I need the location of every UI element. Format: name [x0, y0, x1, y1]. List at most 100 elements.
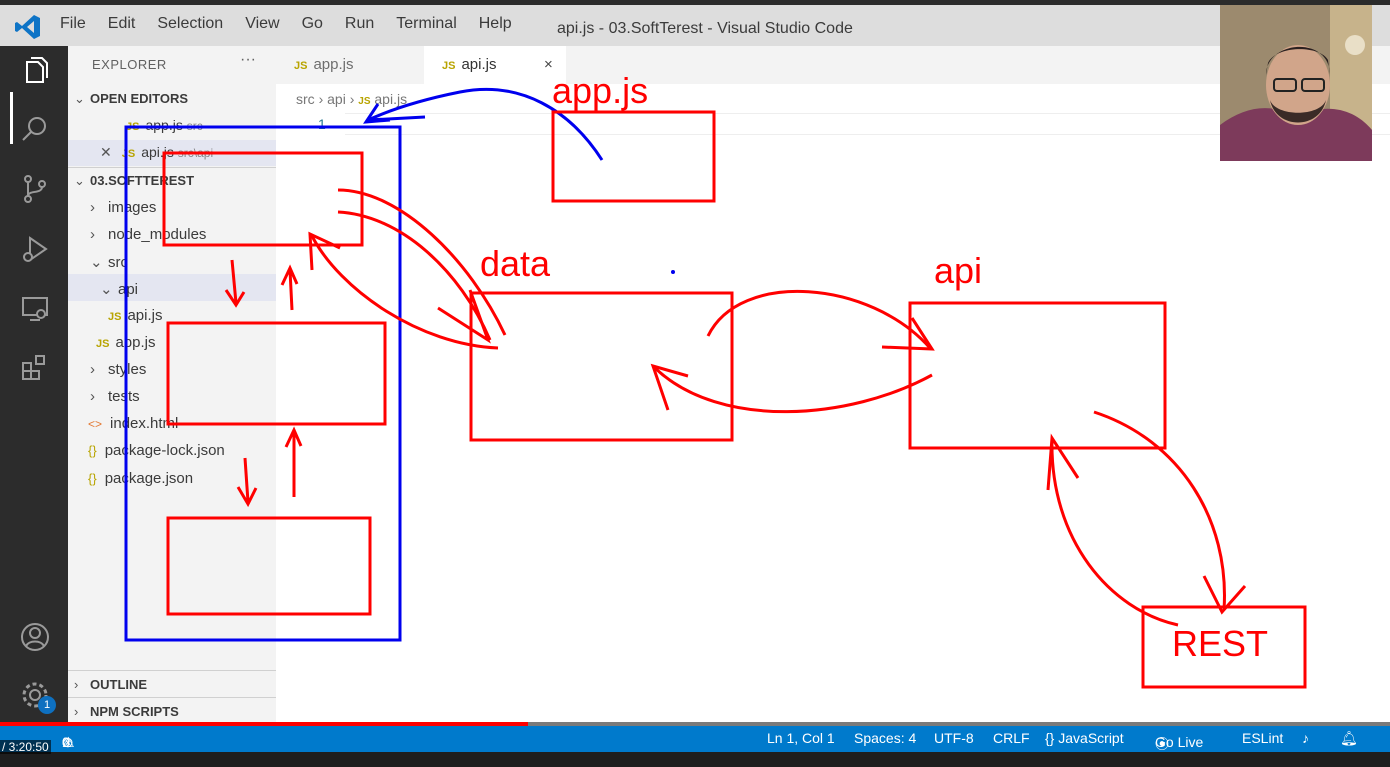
- npm-scripts-section[interactable]: › NPM SCRIPTS: [74, 704, 179, 719]
- tree-item-label: api: [118, 281, 139, 298]
- settings-update-badge: 1: [38, 696, 56, 714]
- menu-go[interactable]: Go: [302, 15, 323, 33]
- html-file-icon: <>: [88, 417, 103, 431]
- api-box: [908, 301, 1167, 450]
- open-editor-path: src\api: [177, 146, 214, 160]
- js-file-icon: JS: [442, 60, 456, 72]
- run-debug-icon[interactable]: [18, 232, 52, 266]
- tree-item-label: node_modules: [108, 226, 207, 243]
- curve-data-to-left: [310, 235, 499, 350]
- curve-left-to-data-1: [337, 188, 507, 336]
- tab-label: api.js: [461, 56, 497, 73]
- label-data: data: [480, 243, 551, 284]
- tree-item-tests[interactable]: › tests: [90, 388, 140, 405]
- tree-item-images[interactable]: › images: [90, 199, 156, 216]
- cursor-position[interactable]: Ln 1, Col 1: [767, 730, 835, 746]
- arrowhead-into-data: [437, 289, 491, 344]
- menu-terminal[interactable]: Terminal: [396, 15, 456, 33]
- open-editor-app-js[interactable]: JS app.js src: [126, 117, 203, 133]
- menu-run[interactable]: Run: [345, 15, 374, 33]
- menu-bar: File Edit Selection View Go Run Terminal…: [60, 15, 534, 33]
- section-divider: [68, 697, 276, 698]
- arrow-up-1: [280, 264, 299, 311]
- menu-edit[interactable]: Edit: [108, 15, 136, 33]
- arrowhead-into-api-2: [1046, 433, 1080, 491]
- chevron-right-icon: ›: [74, 704, 79, 719]
- tree-item-label: package-lock.json: [104, 442, 225, 459]
- tree-item-src[interactable]: ⌄ src: [90, 253, 128, 271]
- menu-selection[interactable]: Selection: [157, 15, 223, 33]
- notifications-bell-icon[interactable]: 🔔︎: [1340, 730, 1358, 747]
- status-bar: ⊗ 0 ⚠ 0 Ln 1, Col 1 Spaces: 4 UTF-8 CRLF…: [0, 726, 1390, 752]
- line-number: 1: [318, 116, 326, 132]
- explorer-icon[interactable]: [18, 54, 52, 88]
- chevron-right-icon: ›: [90, 388, 95, 405]
- tree-item-node-modules[interactable]: › node_modules: [90, 226, 206, 243]
- search-icon[interactable]: [18, 112, 52, 146]
- webcam-person-image: [1220, 5, 1372, 161]
- tree-item-styles[interactable]: › styles: [90, 361, 146, 378]
- activity-bar: [0, 46, 68, 722]
- tree-item-label: tests: [108, 388, 140, 405]
- eslint-status[interactable]: ESLint: [1242, 730, 1283, 746]
- tree-item-label: styles: [108, 361, 147, 378]
- open-editor-api-js[interactable]: ✕ JS api.js src\api: [100, 144, 213, 161]
- tree-item-label: images: [108, 199, 157, 216]
- label-api: api: [934, 250, 982, 291]
- close-icon[interactable]: ✕: [100, 144, 112, 160]
- tree-item-label: package.json: [104, 470, 194, 487]
- curve-rest-to-api: [1050, 439, 1179, 627]
- line-endings[interactable]: CRLF: [993, 730, 1030, 746]
- arrowhead-into-left: [308, 231, 341, 271]
- outline-section[interactable]: › OUTLINE: [74, 677, 147, 692]
- tree-item-api-js[interactable]: JS api.js: [108, 307, 163, 324]
- video-controls-strip: [0, 752, 1390, 767]
- go-live-label: Go Live: [1155, 734, 1204, 750]
- indentation[interactable]: Spaces: 4: [854, 730, 916, 746]
- curve-api-to-rest: [1093, 410, 1226, 611]
- breadcrumb-api[interactable]: api: [327, 91, 346, 107]
- title-bar: File Edit Selection View Go Run Terminal…: [0, 0, 1390, 46]
- rest-box: [1141, 605, 1307, 689]
- tab-close-icon[interactable]: ×: [544, 46, 553, 84]
- curve-api-to-data: [653, 366, 933, 414]
- menu-view[interactable]: View: [245, 15, 279, 33]
- tree-item-label: api.js: [127, 307, 163, 324]
- tree-item-label: src: [108, 254, 128, 271]
- breadcrumb-src[interactable]: src: [296, 91, 315, 107]
- feedback-icon[interactable]: ♪: [1302, 730, 1309, 746]
- js-file-icon: JS: [108, 311, 122, 323]
- encoding[interactable]: UTF-8: [934, 730, 974, 746]
- tree-item-app-js[interactable]: JS app.js: [96, 334, 156, 351]
- js-file-icon: JS: [358, 96, 371, 107]
- curve-left-to-data-2: [337, 210, 492, 341]
- window-title: api.js - 03.SoftTerest - Visual Studio C…: [557, 20, 853, 37]
- menu-file[interactable]: File: [60, 15, 86, 33]
- chevron-right-icon: ›: [74, 677, 79, 692]
- remote-explorer-icon[interactable]: [18, 292, 52, 326]
- open-editors-label: OPEN EDITORS: [90, 91, 189, 106]
- tree-item-package-lock[interactable]: {} package-lock.json: [88, 442, 225, 459]
- tree-item-api-folder[interactable]: ⌄ api: [100, 280, 138, 298]
- more-actions-icon[interactable]: ···: [240, 51, 256, 69]
- language-mode[interactable]: {} JavaScript: [1045, 730, 1124, 746]
- arrowhead-into-rest: [1202, 575, 1247, 615]
- tree-item-package-json[interactable]: {} package.json: [88, 470, 193, 487]
- chevron-down-icon: ⌄: [74, 91, 85, 106]
- open-editors-section[interactable]: ⌄ OPEN EDITORS: [74, 91, 188, 107]
- js-file-icon: JS: [96, 338, 110, 350]
- project-section[interactable]: ⌄ 03.SOFTTEREST: [74, 173, 194, 189]
- tree-item-index-html[interactable]: <> index.html: [88, 415, 178, 432]
- menu-help[interactable]: Help: [479, 15, 512, 33]
- accounts-icon[interactable]: [18, 620, 52, 654]
- breadcrumb-file[interactable]: api.js: [374, 91, 407, 107]
- tab-app-js[interactable]: JS app.js: [276, 46, 424, 84]
- webcam-overlay: [1220, 5, 1372, 161]
- tab-label: app.js: [313, 56, 354, 73]
- arrow-up-2: [284, 426, 303, 497]
- open-editor-path: src: [186, 119, 203, 133]
- extensions-icon[interactable]: [18, 350, 52, 384]
- source-control-icon[interactable]: [18, 172, 52, 206]
- tab-api-js[interactable]: JS api.js ×: [424, 46, 566, 84]
- open-editor-name: api.js: [141, 144, 174, 160]
